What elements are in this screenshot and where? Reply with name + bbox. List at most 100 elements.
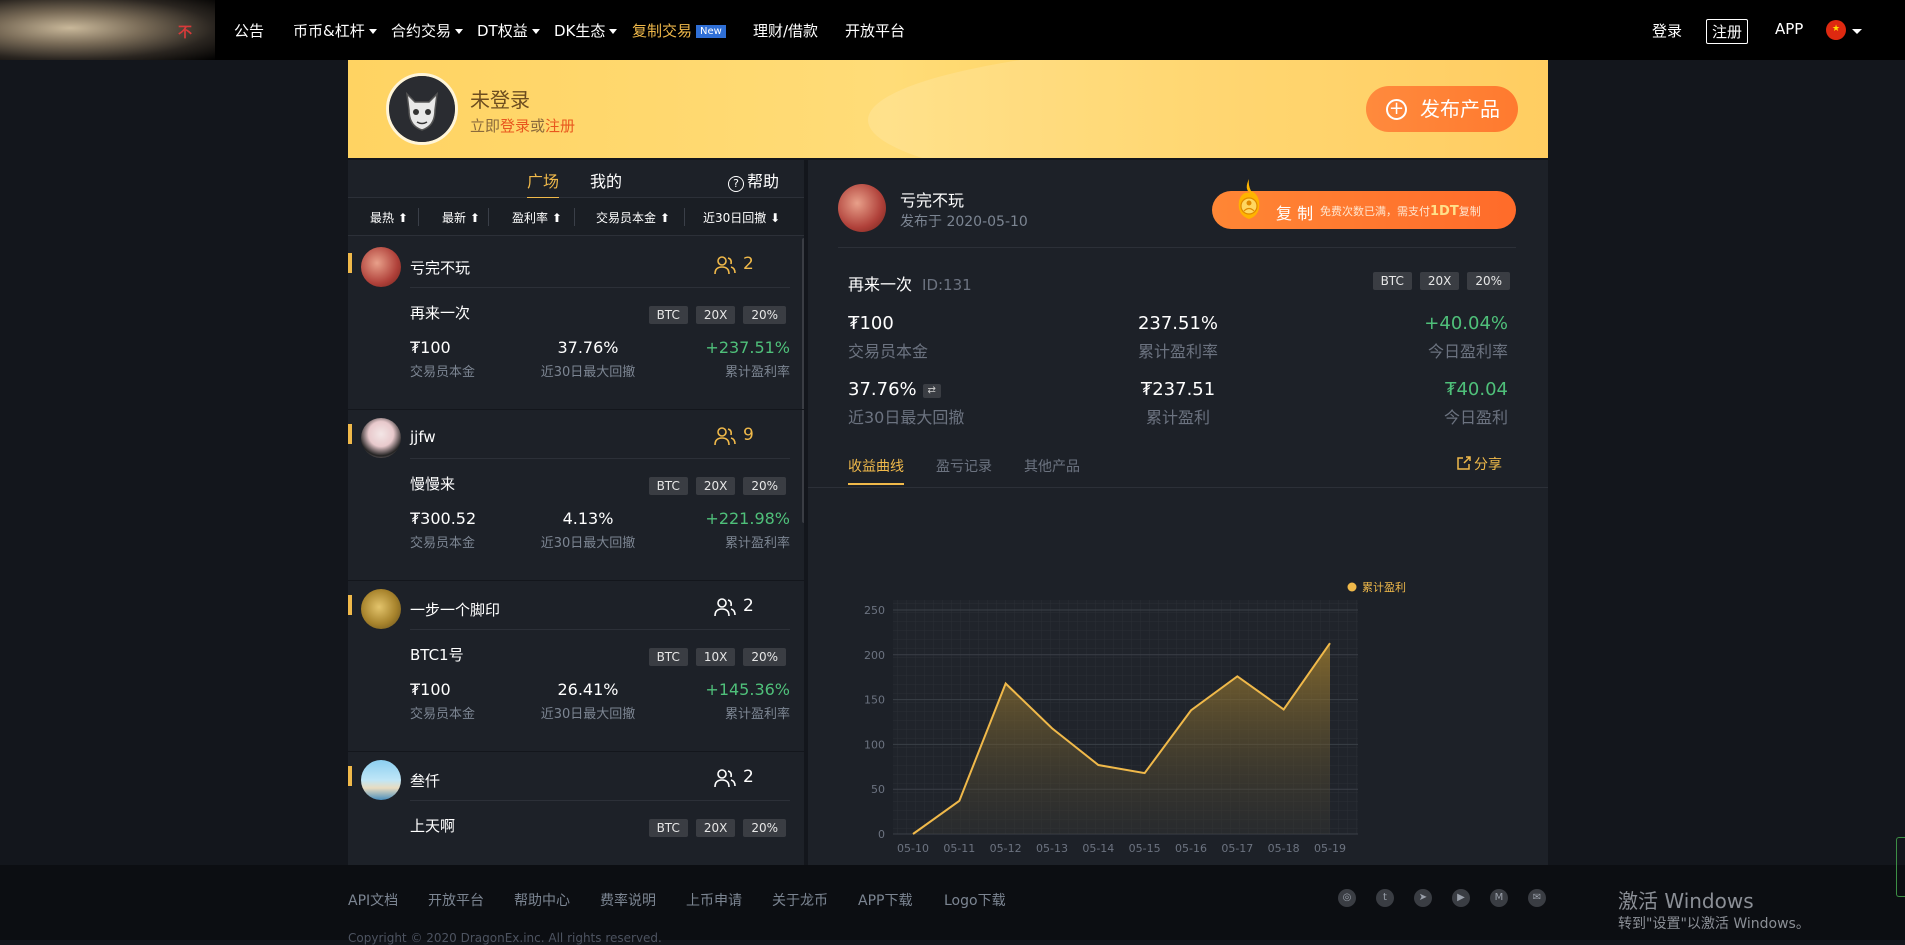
twitter-icon[interactable]: t [1376,889,1394,907]
cumulative-profit-rate: +145.36%累计盈利率 [628,680,790,722]
nav-open-platform[interactable]: 开放平台 [845,20,905,41]
chevron-down-icon [609,29,617,34]
sort-profit-rate[interactable]: 盈利率 ⬆ [512,209,562,226]
tag-leverage: 20X [696,306,736,324]
footer-logo-download[interactable]: Logo下载 [944,890,1006,910]
tab-plaza[interactable]: 广场 [527,168,559,192]
youtube-icon[interactable]: ▶ [1452,889,1470,907]
share-icon [1456,456,1471,471]
user-banner: 未登录 立即登录或注册 +发布产品 [348,60,1548,158]
nav-announcement[interactable]: 公告 [234,20,264,41]
tab-other-products[interactable]: 其他产品 [1024,456,1080,476]
tab-mine[interactable]: 我的 [590,168,622,192]
footer-listing[interactable]: 上币申请 [686,890,742,910]
footer-open-platform[interactable]: 开放平台 [428,890,484,910]
list-item[interactable]: jjfw 9 慢慢来 BTC20X20% ₮300.52交易员本金 4.13%近… [348,411,804,581]
tab-pnl-records[interactable]: 盈亏记录 [936,456,992,476]
tag-leverage: 20X [696,819,736,837]
sort-newest[interactable]: 最新 ⬆ [442,209,480,226]
x-tick-label: 05-19 [1314,842,1346,855]
swap-icon[interactable]: ⇄ [923,384,941,398]
tag-coin: BTC [649,648,688,666]
follower-count: 2 [743,596,754,616]
nav-dk-ecosystem[interactable]: DK生态 [554,20,617,41]
help-link[interactable]: ?帮助 [728,168,779,192]
users-icon [713,254,737,276]
login-status: 未登录 [470,84,530,113]
x-tick-label: 05-16 [1175,842,1207,855]
today-profit: ₮40.04今日盈利 [1308,379,1508,428]
medium-icon[interactable]: M [1490,889,1508,907]
list-tabs: 广场 我的 ?帮助 [348,160,804,198]
tag-coin: BTC [1373,272,1412,290]
footer-api-docs[interactable]: API文档 [348,890,398,910]
trader-name: 一步一个脚印 [410,599,500,620]
footer-help-center[interactable]: 帮助中心 [514,890,570,910]
product-id: ID:131 [922,276,972,294]
tag-coin: BTC [649,819,688,837]
share-button[interactable]: 分享 [1456,454,1502,474]
max-drawdown: 37.76%⇄近30日最大回撤 [848,379,964,428]
tag-leverage: 10X [696,648,736,666]
tab-profit-curve[interactable]: 收益曲线 [848,456,904,476]
footer-fees[interactable]: 费率说明 [600,890,656,910]
copy-trade-button[interactable]: 复 制 免费次数已满，需支付1DT复制 [1212,191,1516,229]
nav-contracts[interactable]: 合约交易 [391,20,463,41]
publish-product-button[interactable]: +发布产品 [1366,86,1518,132]
x-tick-label: 05-13 [1036,842,1068,855]
x-tick-label: 05-11 [943,842,975,855]
x-tick-label: 05-12 [990,842,1022,855]
login-link[interactable]: 登录 [1652,20,1682,41]
users-icon [713,767,737,789]
register-button[interactable]: 注册 [1706,19,1748,44]
trader-name: 亏完不玩 [900,187,964,211]
china-flag-icon[interactable]: ★ [1826,20,1846,40]
nav-dt-rights[interactable]: DT权益 [477,20,540,41]
chevron-down-icon [455,29,463,34]
tag-leverage: 20X [1420,272,1460,290]
list-item[interactable]: 叁仟 2 上天啊 BTC20X20% [348,753,804,865]
footer-about[interactable]: 关于龙币 [772,890,828,910]
windows-activation-hint: 转到"设置"以激活 Windows。 [1618,913,1810,933]
tag-share: 20% [743,477,786,495]
sort-hot[interactable]: 最热 ⬆ [370,209,408,226]
banner-login-link[interactable]: 登录 [500,117,530,135]
wechat-icon[interactable]: ◎ [1338,889,1356,907]
banner-register-link[interactable]: 注册 [545,117,575,135]
users-icon [713,425,737,447]
list-item[interactable]: 亏完不玩 2 再来一次 BTC20X20% ₮100交易员本金 37.76%近3… [348,240,804,410]
trader-name: jjfw [410,428,436,446]
nav-spot-margin[interactable]: 币币&杠杆 [293,20,377,41]
product-detail-panel: 亏完不玩 发布于 2020-05-10 复 制 免费次数已满，需支付1DT复制 … [808,160,1548,865]
footer-app-download[interactable]: APP下载 [858,890,912,910]
app-link[interactable]: APP [1775,20,1803,38]
sort-drawdown[interactable]: 近30日回撤 ⬇ [703,209,780,226]
top-nav: 不 公告 币币&杠杆 合约交易 DT权益 DK生态 复制交易New 理财/借款 … [0,0,1905,60]
list-item[interactable]: 一步一个脚印 2 BTC1号 BTC10X20% ₮100交易员本金 26.41… [348,582,804,752]
avatar [361,418,401,458]
tag-coin: BTC [649,477,688,495]
chevron-down-icon[interactable] [1852,29,1862,34]
avatar [361,247,401,287]
cumulative-profit: ₮237.51累计盈利 [1078,379,1278,428]
flame-icon [1234,177,1264,221]
avatar [838,184,886,232]
telegram-icon[interactable]: ➤ [1414,889,1432,907]
legend-dot [1348,583,1357,592]
product-name: 再来一次 [410,302,470,323]
nav-wealth-loan[interactable]: 理财/借款 [753,20,818,41]
tag-leverage: 20X [696,477,736,495]
sort-capital[interactable]: 交易员本金 ⬆ [596,209,670,226]
avatar [361,760,401,800]
nav-copy-trading[interactable]: 复制交易New [632,20,726,41]
y-tick-label: 250 [864,604,885,617]
y-tick-label: 50 [871,783,885,796]
x-tick-label: 05-15 [1129,842,1161,855]
trader-name: 叁仟 [410,770,440,791]
tag-share: 20% [743,306,786,324]
cumulative-profit-rate: +221.98%累计盈利率 [628,509,790,551]
logo[interactable]: 不 [0,0,215,60]
chart-tabs: 收益曲线 盈亏记录 其他产品 分享 [808,452,1548,488]
mail-icon[interactable]: ✉ [1528,889,1546,907]
avatar [386,73,458,145]
